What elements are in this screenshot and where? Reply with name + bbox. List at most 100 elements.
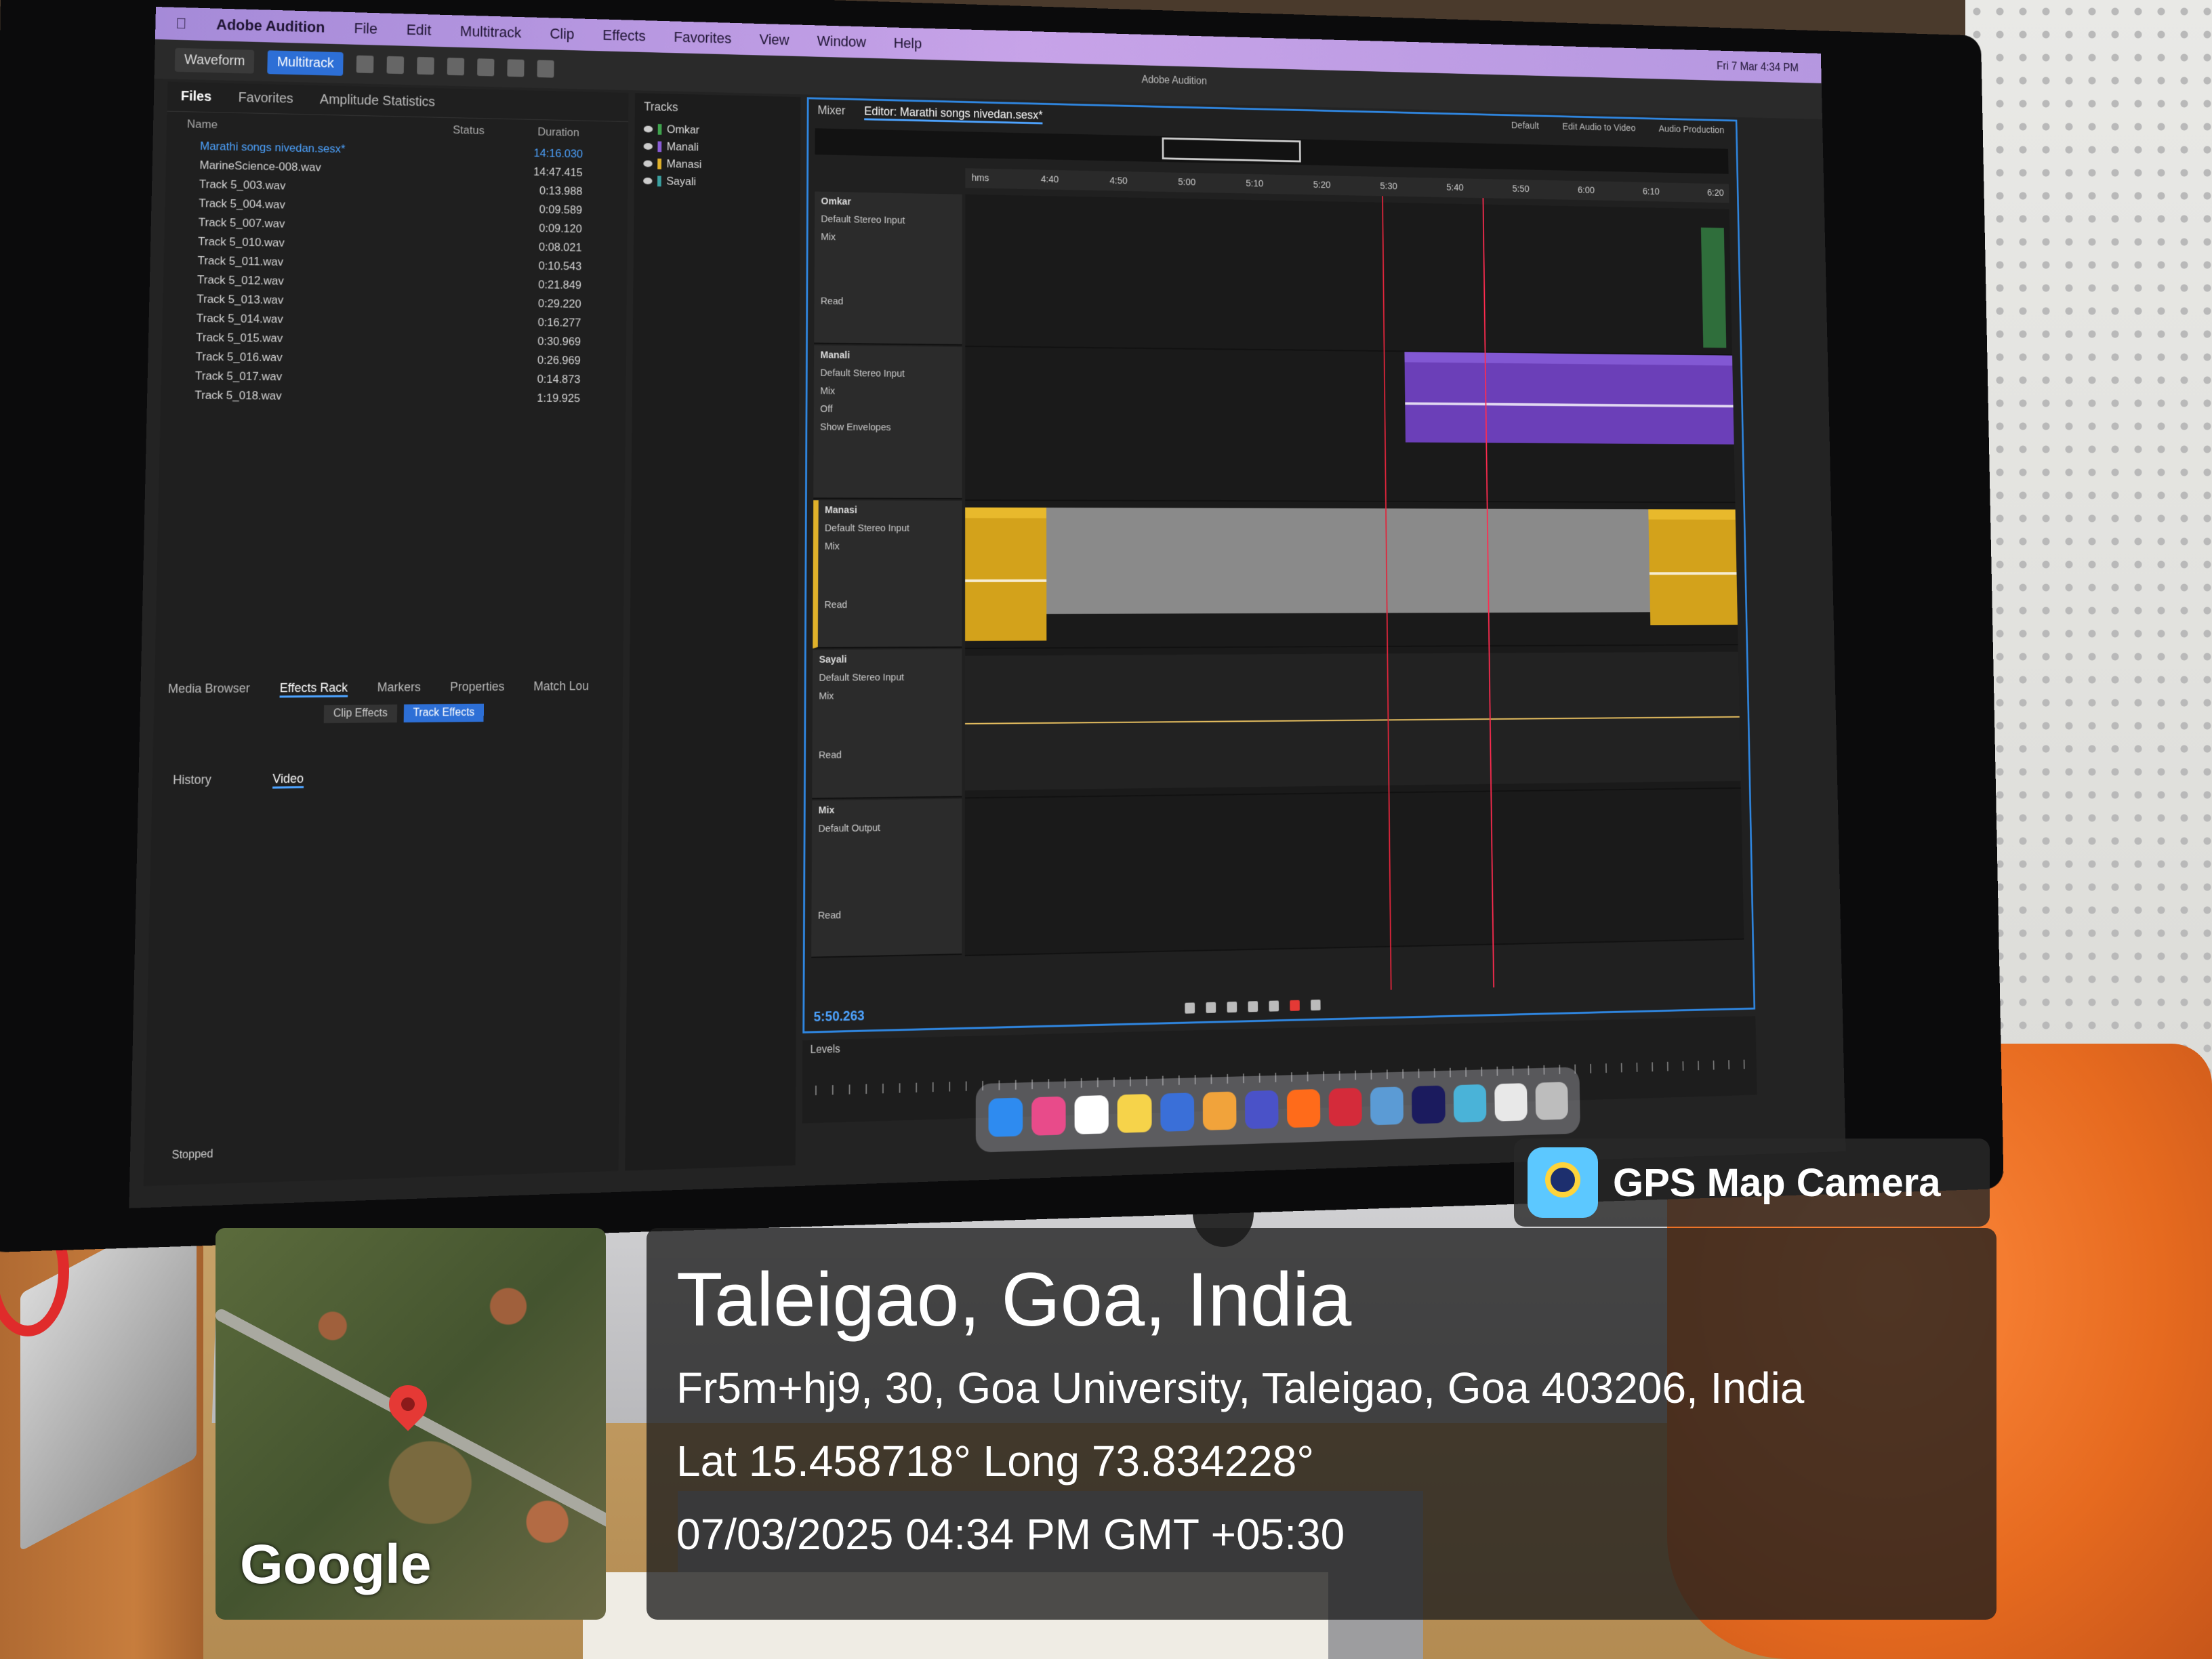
tab-files[interactable]: Files [181,89,212,105]
track-name[interactable]: Manali [821,349,956,362]
tab-match-loudness[interactable]: Match Lou [533,679,589,696]
a-view-icon[interactable] [1453,1084,1487,1123]
track-automation-mode[interactable]: Read [821,295,956,308]
loop-icon[interactable] [1311,999,1321,1011]
menu-window[interactable]: Window [817,33,867,51]
launchpad-icon[interactable] [1031,1096,1066,1136]
lane-manasi[interactable] [965,500,1738,649]
track-name[interactable]: Manasi [825,504,956,516]
column-name[interactable]: Name [187,117,453,137]
tab-markers[interactable]: Markers [377,680,421,697]
lane-manali[interactable] [965,346,1736,504]
clip-manasi-1[interactable] [965,507,1047,641]
tab-track-effects[interactable]: Track Effects [403,703,485,723]
tab-mixer[interactable]: Mixer [817,103,845,119]
visibility-icon[interactable] [643,125,653,133]
track-input[interactable]: Default Stereo Input [825,523,956,534]
notes-icon[interactable] [1117,1094,1152,1133]
visibility-icon[interactable] [643,142,653,150]
stop-icon[interactable] [1185,1002,1195,1014]
track-automation-mode[interactable]: Read [818,907,956,922]
rewind-icon[interactable] [1248,1001,1258,1012]
menu-app-name[interactable]: Adobe Audition [216,16,325,36]
calendar-icon[interactable] [1074,1094,1109,1134]
record-icon[interactable] [1290,1000,1300,1011]
visibility-icon[interactable] [643,177,653,185]
tab-clip-effects[interactable]: Clip Effects [323,704,397,724]
visibility-icon[interactable] [643,160,653,167]
track-automation-mode[interactable]: Read [819,748,956,761]
track-output[interactable]: Default Output [818,821,955,834]
track-bus[interactable]: Mix [825,541,956,552]
timecode-display[interactable]: 5:50.263 [814,1008,865,1025]
tab-amplitude-statistics[interactable]: Amplitude Statistics [320,92,435,110]
track-bus[interactable]: Mix [820,386,956,398]
tab-history[interactable]: History [173,773,211,790]
menu-multitrack[interactable]: Multitrack [460,22,522,41]
menu-view[interactable]: View [759,31,789,49]
finder-icon[interactable] [988,1097,1023,1137]
show-envelopes[interactable]: Show Envelopes [820,422,956,434]
clip-selection-region[interactable] [1046,508,1650,614]
razor-tool-icon[interactable] [386,56,405,75]
menu-edit[interactable]: Edit [406,21,431,39]
tab-editor-session[interactable]: Editor: Marathi songs nivedan.sesx* [864,104,1043,125]
trash-icon[interactable] [1535,1082,1568,1120]
apple-menu-icon[interactable]:  [176,15,187,33]
lane-sayali[interactable] [964,645,1741,799]
workspace-edit-audio-to-video[interactable]: Edit Audio to Video [1562,121,1635,134]
column-duration[interactable]: Duration [537,125,579,140]
clip-manali-marinescience[interactable] [1404,352,1734,445]
menu-file[interactable]: File [354,20,377,38]
column-status[interactable]: Status [453,123,537,139]
menu-effects[interactable]: Effects [602,26,646,45]
firefox-icon[interactable] [1286,1088,1321,1128]
track-name[interactable]: Mix [819,803,956,816]
workspace-default[interactable]: Default [1511,120,1539,131]
track-name[interactable]: Omkar [821,196,956,209]
menu-clip[interactable]: Clip [550,25,574,43]
acrobat-icon[interactable] [1328,1088,1363,1127]
pause-icon[interactable] [1227,1001,1237,1013]
track-name[interactable]: Sayali [819,653,956,665]
clip-omkar[interactable] [1700,227,1727,348]
clip-sayali[interactable] [964,651,1741,791]
tab-media-browser[interactable]: Media Browser [168,681,250,699]
tab-effects-rack[interactable]: Effects Rack [279,680,348,698]
tab-properties[interactable]: Properties [450,680,505,697]
audition-icon[interactable] [1412,1085,1446,1124]
photos-icon[interactable] [1202,1091,1237,1131]
track-list-item[interactable]: Sayali [634,172,800,192]
menu-help[interactable]: Help [894,35,922,52]
tab-favorites[interactable]: Favorites [238,90,293,107]
tab-video[interactable]: Video [272,771,304,789]
menu-favorites[interactable]: Favorites [674,28,731,47]
track-automation-mode[interactable]: Read [824,599,956,611]
track-input[interactable]: Default Stereo Input [820,367,956,380]
marquee-tool-icon[interactable] [477,58,495,77]
multitrack-button[interactable]: Multitrack [267,49,344,76]
track-automation-mode[interactable]: Off [820,403,956,415]
track-input[interactable]: Default Stereo Input [821,213,956,227]
file-icon[interactable] [1494,1083,1528,1122]
davinci-icon[interactable] [1244,1090,1279,1130]
file-row[interactable]: Track 5_018.wav 1:19.925 [161,386,626,409]
move-tool-icon[interactable] [356,55,374,74]
lasso-tool-icon[interactable] [507,59,525,77]
workspace-audio-production[interactable]: Audio Production [1658,123,1724,136]
waveform-button[interactable]: Waveform [174,47,255,74]
track-bus[interactable]: Mix [821,231,956,245]
track-input[interactable]: Default Stereo Input [819,672,956,684]
track-bus[interactable]: Mix [819,689,956,702]
clip-manasi-2[interactable] [1648,509,1738,626]
volume-envelope[interactable] [965,716,1740,724]
slip-tool-icon[interactable] [417,56,434,75]
overview-viewport[interactable] [1162,137,1301,163]
fast-forward-icon[interactable] [1269,1000,1279,1012]
time-select-tool-icon[interactable] [447,58,465,76]
lane-omkar[interactable] [965,194,1733,356]
brush-tool-icon[interactable] [537,60,554,78]
play-icon[interactable] [1206,1002,1216,1013]
audio-app-icon[interactable] [1160,1092,1194,1132]
preview-icon[interactable] [1370,1086,1404,1126]
